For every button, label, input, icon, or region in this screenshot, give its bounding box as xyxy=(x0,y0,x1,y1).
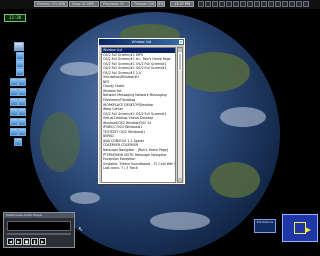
processes-label: Processes 22 xyxy=(103,2,124,6)
monitor-icon[interactable] xyxy=(14,42,24,51)
map-widget[interactable] xyxy=(282,214,318,242)
tray-icon-1[interactable] xyxy=(198,1,204,7)
pause-icon[interactable]: ❚ xyxy=(31,238,38,245)
cpu-badge[interactable]: 3% xyxy=(157,1,165,7)
scroll-down-icon[interactable] xyxy=(178,178,182,182)
dialog-title[interactable]: Window List xyxy=(99,39,184,45)
tray-icon-9[interactable] xyxy=(254,1,260,7)
tray-icon-11[interactable] xyxy=(268,1,274,7)
tray-icon-16[interactable] xyxy=(303,1,309,7)
stop-icon[interactable]: ■ xyxy=(23,238,30,245)
pointer-icon: ↖ xyxy=(78,226,84,233)
tray-icon-4[interactable] xyxy=(219,1,225,7)
tool-button-10[interactable] xyxy=(10,108,18,116)
memory-label: Memory 123.4MB xyxy=(37,2,66,6)
time-label: 13:37 PM xyxy=(174,2,190,6)
scrollbar-thumb[interactable] xyxy=(178,53,182,71)
time-display[interactable]: 13:37 PM xyxy=(170,1,194,7)
list-item[interactable]: Netscape Navigator - [Ron's Home Page] xyxy=(102,148,175,153)
media-player[interactable]: Multimedia Audio Player ◀ ▶ ■ ❚ ▶ xyxy=(3,212,75,248)
tray-icon-13[interactable] xyxy=(282,1,288,7)
arrow-icon xyxy=(305,227,311,233)
cpu-badge-label: 3% xyxy=(158,2,164,6)
prev-icon[interactable]: ◀ xyxy=(7,238,14,245)
tool-button-3[interactable] xyxy=(16,68,24,76)
player-display xyxy=(7,221,71,231)
tray-icon-6[interactable] xyxy=(233,1,239,7)
status-bar: Memory 123.4MB Swap 32.0MB Processes 22 … xyxy=(0,0,320,9)
list-item[interactable]: OS/2 Full Screen/#1 sh - Ron's Home Page xyxy=(102,57,175,62)
tool-button-9[interactable] xyxy=(18,98,26,106)
tool-button-6[interactable] xyxy=(10,88,18,96)
memory-meter[interactable]: Memory 123.4MB xyxy=(34,1,68,7)
tool-button-11[interactable] xyxy=(18,108,26,116)
tray-icon-14[interactable] xyxy=(289,1,295,7)
exhibitions-label: Exhibitions xyxy=(256,220,274,224)
digital-clock[interactable]: 13:38 xyxy=(4,14,26,22)
tray-icon-12[interactable] xyxy=(275,1,281,7)
tray-icon-10[interactable] xyxy=(261,1,267,7)
swap-meter[interactable]: Swap 32.0MB xyxy=(69,1,99,7)
tool-button-15[interactable] xyxy=(18,128,26,136)
tool-button-13[interactable] xyxy=(18,118,26,126)
player-title: Multimedia Audio Player xyxy=(4,213,74,218)
tray-icon-15[interactable] xyxy=(296,1,302,7)
tray-icon-3[interactable] xyxy=(212,1,218,7)
tool-button-5[interactable] xyxy=(18,78,26,86)
threads-label: Threads 146 xyxy=(134,2,154,6)
tool-button-7[interactable] xyxy=(18,88,26,96)
next-icon[interactable]: ▶ xyxy=(39,238,46,245)
tool-button-1[interactable] xyxy=(16,52,24,60)
tool-button-2[interactable] xyxy=(16,60,24,68)
tool-button-16[interactable] xyxy=(14,138,22,146)
swap-label: Swap 32.0MB xyxy=(72,2,94,6)
tool-button-4[interactable] xyxy=(10,78,18,86)
play-icon[interactable]: ▶ xyxy=(15,238,22,245)
clock-value: 13:38 xyxy=(8,15,22,20)
tool-button-14[interactable] xyxy=(10,128,18,136)
threads-meter[interactable]: Threads 146 xyxy=(131,1,156,7)
window-list[interactable]: Window List OS/2 Full Screen/#1 WPS OS/2 F… xyxy=(101,47,176,183)
close-icon[interactable] xyxy=(179,40,183,44)
seek-bar[interactable] xyxy=(7,233,71,235)
scroll-up-icon[interactable] xyxy=(178,48,182,52)
list-scrollbar[interactable] xyxy=(177,47,183,183)
exhibitions-panel[interactable]: Exhibitions xyxy=(254,219,276,233)
tray-icon-8[interactable] xyxy=(247,1,253,7)
tool-button-8[interactable] xyxy=(10,98,18,106)
processes-meter[interactable]: Processes 22 xyxy=(100,1,130,7)
tray-icon-2[interactable] xyxy=(205,1,211,7)
tool-button-12[interactable] xyxy=(10,118,18,126)
list-item[interactable]: Last Icons: 7 / 3 Track xyxy=(102,166,175,171)
window-list-dialog[interactable]: Window List Window List OS/2 Full Screen/… xyxy=(98,38,185,184)
tray-icon-7[interactable] xyxy=(240,1,246,7)
tray-icon-5[interactable] xyxy=(226,1,232,7)
